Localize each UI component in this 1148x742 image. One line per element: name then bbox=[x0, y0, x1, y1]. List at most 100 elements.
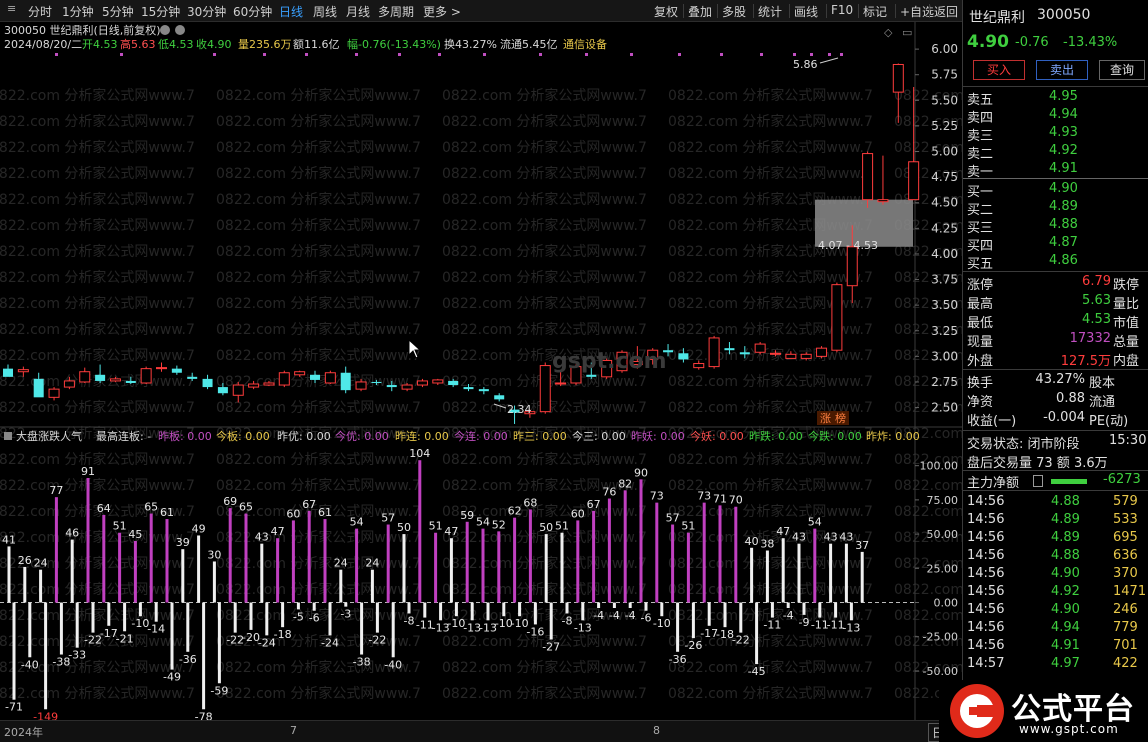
tool-button-4[interactable]: 画线 bbox=[794, 3, 818, 20]
candle-body[interactable] bbox=[156, 367, 167, 370]
candle-body[interactable] bbox=[831, 284, 843, 351]
candle-body[interactable] bbox=[324, 372, 336, 384]
up-bar[interactable] bbox=[102, 514, 106, 603]
candle-body[interactable] bbox=[263, 382, 275, 386]
period-tab-9[interactable]: 多周期 bbox=[378, 3, 414, 20]
down-bar[interactable] bbox=[107, 602, 111, 626]
up-bar[interactable] bbox=[276, 538, 280, 603]
up-bar[interactable] bbox=[339, 569, 343, 603]
down-bar[interactable] bbox=[691, 602, 695, 639]
up-bar[interactable] bbox=[23, 566, 27, 603]
sell-button[interactable]: 卖出 bbox=[1036, 60, 1088, 80]
buy-button[interactable]: 买入 bbox=[973, 60, 1025, 80]
list-icon[interactable] bbox=[1033, 475, 1043, 487]
down-bar[interactable] bbox=[312, 602, 316, 611]
candle-body[interactable] bbox=[202, 378, 213, 388]
up-bar[interactable] bbox=[592, 510, 596, 603]
up-bar[interactable] bbox=[39, 569, 43, 603]
candle-body[interactable] bbox=[371, 381, 382, 383]
candle-body[interactable] bbox=[800, 353, 812, 359]
candle-body[interactable] bbox=[816, 347, 828, 357]
period-tab-0[interactable]: 分时 bbox=[28, 3, 52, 20]
up-bar[interactable] bbox=[465, 521, 469, 603]
down-bar[interactable] bbox=[44, 602, 48, 710]
candle-body[interactable] bbox=[708, 337, 720, 368]
tool-button-1[interactable]: 叠加 bbox=[688, 3, 712, 20]
candle-body[interactable] bbox=[340, 372, 351, 391]
down-bar[interactable] bbox=[233, 602, 237, 633]
period-tab-4[interactable]: 30分钟 bbox=[187, 3, 226, 20]
down-bar[interactable] bbox=[281, 602, 285, 628]
up-bar[interactable] bbox=[133, 540, 137, 603]
candle-body[interactable] bbox=[386, 385, 397, 388]
up-bar[interactable] bbox=[544, 534, 548, 603]
up-bar[interactable] bbox=[165, 519, 169, 603]
up-bar[interactable] bbox=[734, 506, 738, 603]
tick-row[interactable]: 14:56 4.91 701 bbox=[963, 637, 1148, 657]
down-bar[interactable] bbox=[581, 602, 585, 621]
up-bar[interactable] bbox=[765, 550, 769, 603]
down-bar[interactable] bbox=[217, 602, 221, 684]
up-bar[interactable] bbox=[149, 513, 153, 603]
candle-body[interactable] bbox=[463, 387, 474, 390]
up-bar[interactable] bbox=[291, 520, 295, 603]
down-bar[interactable] bbox=[818, 602, 822, 618]
up-bar[interactable] bbox=[497, 531, 501, 603]
up-bar[interactable] bbox=[118, 532, 122, 603]
candle-body[interactable] bbox=[17, 369, 29, 373]
up-bar[interactable] bbox=[797, 543, 801, 603]
candle-body[interactable] bbox=[187, 376, 198, 379]
candle-body[interactable] bbox=[693, 363, 705, 369]
candle-body[interactable] bbox=[125, 380, 136, 383]
period-tab-6[interactable]: 日线 bbox=[279, 3, 303, 20]
up-bar[interactable] bbox=[418, 460, 422, 603]
down-bar[interactable] bbox=[849, 602, 853, 621]
down-bar[interactable] bbox=[391, 602, 395, 658]
down-bar[interactable] bbox=[707, 602, 711, 626]
up-bar[interactable] bbox=[671, 524, 675, 603]
tick-row[interactable]: 14:56 4.90 370 bbox=[963, 565, 1148, 585]
up-bar[interactable] bbox=[370, 569, 374, 603]
down-bar[interactable] bbox=[644, 602, 648, 611]
down-bar[interactable] bbox=[518, 602, 522, 617]
down-bar[interactable] bbox=[154, 602, 158, 622]
up-bar[interactable] bbox=[54, 497, 58, 603]
up-bar[interactable] bbox=[718, 505, 722, 603]
up-bar[interactable] bbox=[244, 513, 248, 603]
tick-row[interactable]: 14:56 4.90 246 bbox=[963, 601, 1148, 621]
tool-button-3[interactable]: 统计 bbox=[758, 3, 782, 20]
tick-row[interactable]: 14:57 4.97 422 bbox=[963, 655, 1148, 675]
down-bar[interactable] bbox=[454, 602, 458, 617]
info-icon[interactable] bbox=[160, 25, 170, 35]
tick-row[interactable]: 14:56 4.88 579 bbox=[963, 493, 1148, 513]
down-bar[interactable] bbox=[770, 602, 774, 618]
up-bar[interactable] bbox=[750, 547, 754, 603]
candle-body[interactable] bbox=[109, 378, 121, 382]
up-bar[interactable] bbox=[481, 528, 485, 603]
candle-body[interactable] bbox=[739, 352, 750, 355]
up-bar[interactable] bbox=[623, 490, 627, 603]
up-bar[interactable] bbox=[197, 535, 201, 603]
period-tab-3[interactable]: 15分钟 bbox=[141, 3, 180, 20]
down-bar[interactable] bbox=[502, 602, 506, 617]
up-bar[interactable] bbox=[260, 543, 264, 603]
up-bar[interactable] bbox=[7, 546, 11, 603]
candle-body[interactable] bbox=[494, 395, 505, 400]
up-bar[interactable] bbox=[212, 561, 216, 603]
down-bar[interactable] bbox=[91, 602, 95, 633]
down-bar[interactable] bbox=[202, 602, 206, 710]
up-bar[interactable] bbox=[307, 510, 311, 603]
collapse-icon[interactable] bbox=[4, 432, 12, 440]
candle-body[interactable] bbox=[401, 384, 413, 390]
candle-body[interactable] bbox=[48, 388, 60, 398]
candle-body[interactable] bbox=[892, 63, 904, 93]
candle-body[interactable] bbox=[3, 368, 13, 377]
down-bar[interactable] bbox=[628, 602, 632, 608]
up-bar[interactable] bbox=[813, 528, 817, 603]
tick-row[interactable]: 14:56 4.89 533 bbox=[963, 511, 1148, 531]
down-bar[interactable] bbox=[597, 602, 601, 608]
up-bar[interactable] bbox=[449, 538, 453, 603]
tool-button-2[interactable]: 多股 bbox=[722, 3, 746, 20]
down-bar[interactable] bbox=[739, 602, 743, 633]
candle-body[interactable] bbox=[140, 368, 152, 384]
